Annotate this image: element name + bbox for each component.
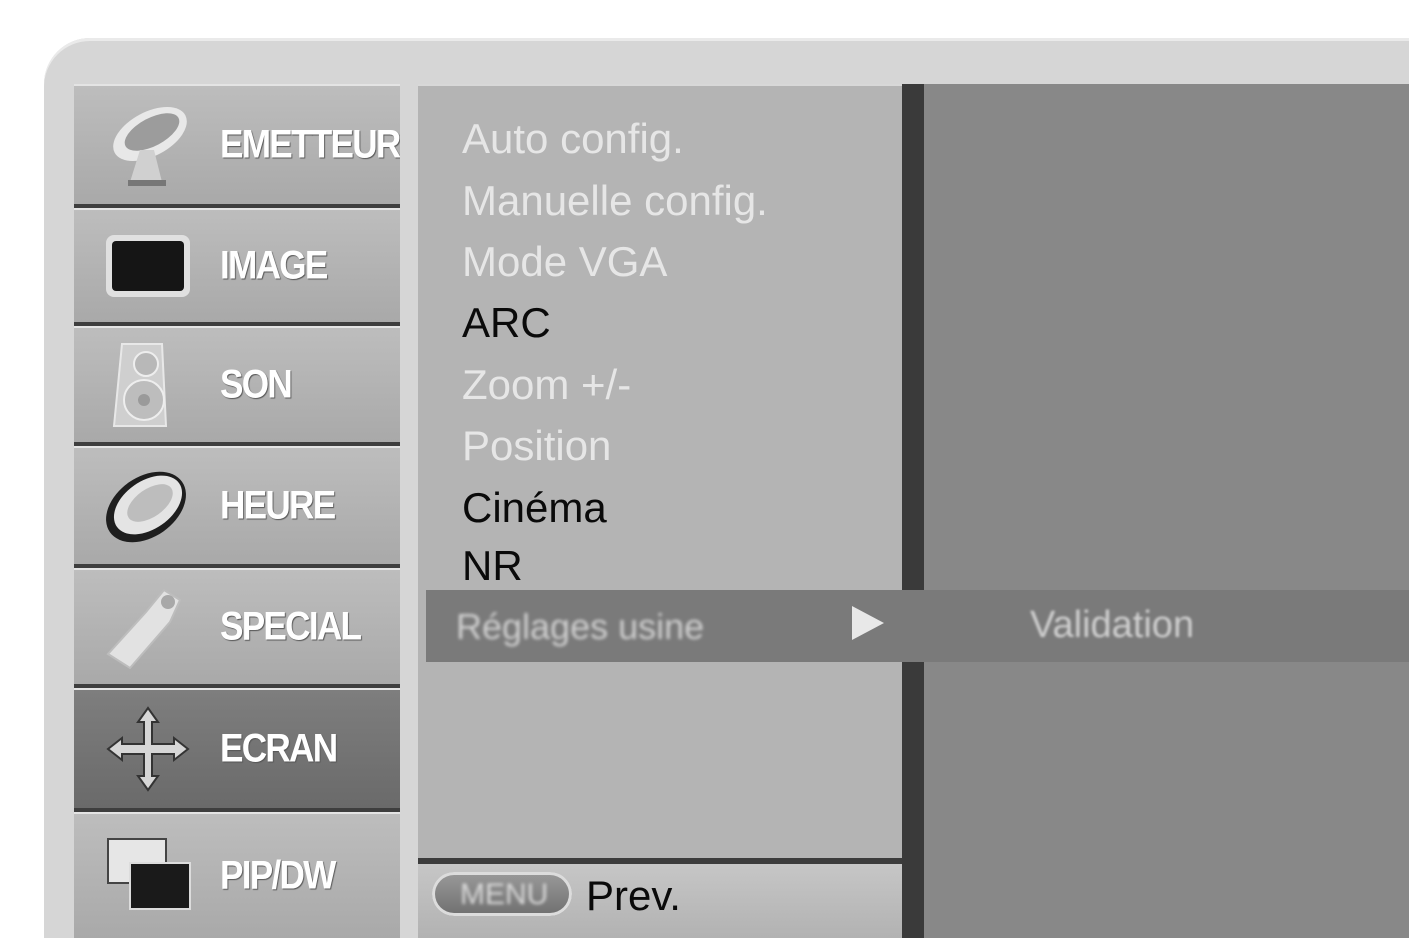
highlighted-item-label: Réglages usine	[456, 606, 705, 647]
category-special[interactable]: SPECIAL	[74, 568, 400, 688]
move-arrows-icon	[100, 704, 196, 794]
submenu-option-validation[interactable]: Validation	[1030, 604, 1194, 647]
category-pip-dw[interactable]: PIP/DW	[74, 812, 400, 938]
category-label: IMAGE	[220, 243, 328, 288]
category-son[interactable]: SON	[74, 326, 400, 446]
category-menu: EMETTEUR IMAGE SON HEURE SPECIAL ECRAN P…	[74, 84, 400, 938]
submenu-panel	[924, 84, 1409, 938]
clock-icon	[100, 461, 196, 551]
menu-item-zoom: Zoom +/-	[462, 361, 632, 408]
menu-item-manuelle-config: Manuelle config.	[462, 177, 768, 224]
menu-item-nr[interactable]: NR	[462, 545, 523, 587]
category-label: PIP/DW	[220, 853, 336, 898]
category-ecran[interactable]: ECRAN	[74, 688, 400, 812]
menu-item-position: Position	[462, 422, 612, 469]
category-label: EMETTEUR	[220, 122, 400, 167]
menu-item-auto-config: Auto config.	[462, 115, 684, 162]
category-label: HEURE	[220, 483, 336, 528]
menu-item-mode-vga: Mode VGA	[462, 238, 668, 285]
menu-item-arc[interactable]: ARC	[462, 302, 551, 344]
category-emetteur[interactable]: EMETTEUR	[74, 84, 400, 208]
speaker-icon	[100, 340, 196, 430]
submenu-arrow-icon	[852, 606, 884, 640]
pip-windows-icon	[100, 831, 196, 921]
panel-divider	[902, 84, 924, 938]
tv-osd-screen: EMETTEUR IMAGE SON HEURE SPECIAL ECRAN P…	[0, 0, 1409, 938]
tag-icon	[100, 582, 196, 672]
category-label: ECRAN	[220, 726, 338, 771]
category-label: SON	[220, 362, 293, 407]
satellite-dish-icon	[100, 100, 196, 190]
picture-screen-icon	[100, 221, 196, 311]
category-label: SPECIAL	[220, 604, 362, 649]
prev-label: Prev.	[586, 872, 681, 919]
category-heure[interactable]: HEURE	[74, 446, 400, 568]
category-image[interactable]: IMAGE	[74, 208, 400, 326]
menu-item-cinema[interactable]: Cinéma	[462, 487, 607, 529]
menu-key-label: MENU	[460, 878, 549, 911]
